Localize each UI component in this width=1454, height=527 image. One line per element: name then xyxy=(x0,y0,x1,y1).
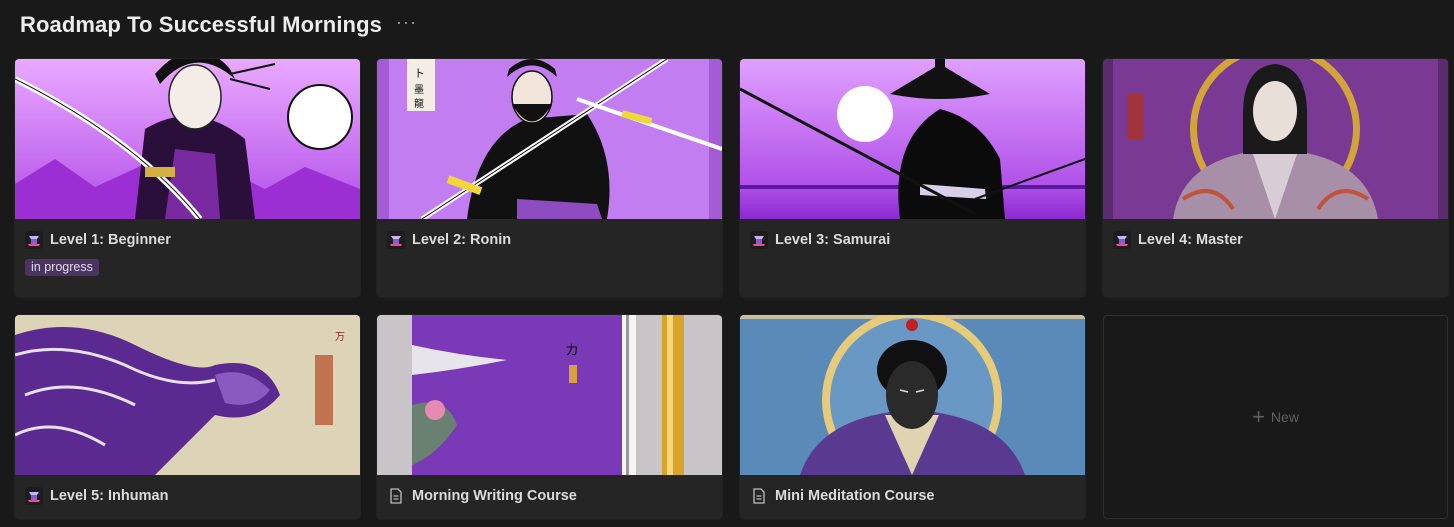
status-badge: in progress xyxy=(25,259,99,276)
gallery-card-level-2[interactable]: ト 墨 龍 Level 2: Ronin xyxy=(377,59,722,297)
card-title: Level 3: Samurai xyxy=(775,232,891,248)
card-cover-image xyxy=(15,59,360,219)
gallery-card-level-5[interactable]: 万 Level 5: Inhuman xyxy=(15,315,360,519)
page-header: Roadmap To Successful Mornings ··· xyxy=(20,10,417,40)
svg-text:万: 万 xyxy=(335,332,345,343)
svg-text:ト: ト xyxy=(414,67,425,80)
document-icon xyxy=(750,487,768,505)
svg-text:カ: カ xyxy=(565,343,579,359)
card-title: Level 4: Master xyxy=(1138,232,1243,248)
gallery-card-level-3[interactable]: Level 3: Samurai xyxy=(740,59,1085,297)
card-title: Morning Writing Course xyxy=(412,488,577,504)
gallery-card-level-4[interactable]: Level 4: Master xyxy=(1103,59,1448,297)
new-card-button[interactable]: + New xyxy=(1103,315,1448,519)
card-cover-image xyxy=(740,315,1085,475)
card-title: Mini Meditation Course xyxy=(775,488,935,504)
svg-text:龍: 龍 xyxy=(414,97,424,110)
card-cover-image: 万 xyxy=(15,315,360,475)
card-title: Level 1: Beginner xyxy=(50,232,171,248)
samurai-emoji-icon xyxy=(750,231,768,249)
samurai-emoji-icon xyxy=(25,487,43,505)
samurai-emoji-icon xyxy=(25,231,43,249)
card-title: Level 2: Ronin xyxy=(412,232,512,248)
more-options-icon[interactable]: ··· xyxy=(396,12,417,33)
card-cover-image xyxy=(740,59,1085,219)
card-cover-image: ト 墨 龍 xyxy=(377,59,722,219)
samurai-emoji-icon xyxy=(1113,231,1131,249)
gallery-card-mini-meditation[interactable]: Mini Meditation Course xyxy=(740,315,1085,519)
plus-icon: + xyxy=(1252,404,1265,429)
card-title: Level 5: Inhuman xyxy=(50,488,169,504)
svg-text:墨: 墨 xyxy=(414,84,424,96)
gallery-card-morning-writing[interactable]: カ Morning Writing Course xyxy=(377,315,722,519)
gallery-card-level-1[interactable]: Level 1: Beginner in progress xyxy=(15,59,360,297)
document-icon xyxy=(387,487,405,505)
samurai-emoji-icon xyxy=(387,231,405,249)
card-cover-image xyxy=(1103,59,1448,219)
new-card-label: New xyxy=(1270,409,1299,425)
card-cover-image: カ xyxy=(377,315,722,475)
page-title: Roadmap To Successful Mornings xyxy=(20,12,382,37)
